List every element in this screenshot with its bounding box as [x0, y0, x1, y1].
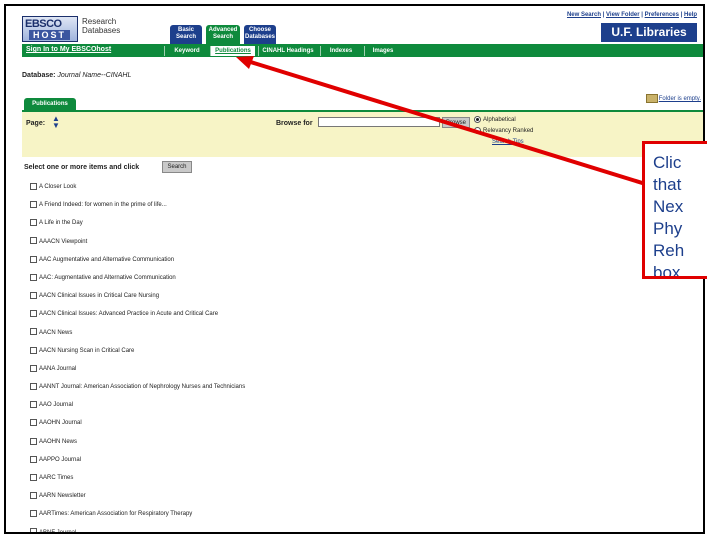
annotation-callout: Clic that Nex Phy Reh box: [642, 141, 707, 279]
arrow-line: [243, 58, 653, 188]
arrow-head-icon: [236, 56, 254, 69]
callout-text: Clic that Nex Phy Reh box: [653, 153, 685, 279]
annotation-arrow: [236, 56, 653, 188]
